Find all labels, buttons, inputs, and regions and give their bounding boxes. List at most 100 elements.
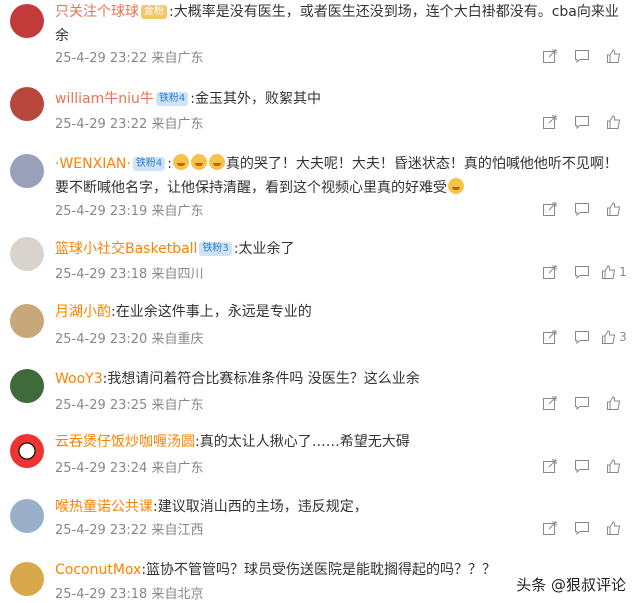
comment-meta: 25-4-29 23:18 来自四川 bbox=[55, 263, 204, 282]
comment-icon bbox=[575, 203, 589, 217]
comment-item: 云吞煲仔饭炒咖喱汤圆:真的太让人揪心了……希望无大碍 25-4-29 23:24… bbox=[0, 430, 640, 485]
share-icon bbox=[543, 202, 557, 216]
share-button[interactable] bbox=[534, 46, 566, 66]
comment-location: 来自北京 bbox=[151, 587, 204, 602]
comment-icon bbox=[575, 116, 589, 130]
username[interactable]: CoconutMox bbox=[55, 562, 141, 578]
reply-button[interactable] bbox=[566, 456, 598, 476]
comment-time: 25-4-29 23:18 bbox=[55, 587, 148, 602]
share-icon bbox=[543, 330, 557, 344]
reply-button[interactable] bbox=[566, 393, 598, 413]
username[interactable]: 喉热童诺公共课 bbox=[55, 499, 153, 515]
username[interactable]: 只关注个球球 bbox=[55, 4, 139, 20]
username[interactable]: WooY3 bbox=[55, 371, 103, 387]
share-button[interactable] bbox=[534, 262, 566, 282]
like-button[interactable] bbox=[598, 112, 630, 132]
avatar[interactable] bbox=[10, 434, 44, 468]
thumbs-up-icon bbox=[607, 202, 621, 216]
share-button[interactable] bbox=[534, 518, 566, 538]
comment-meta: 25-4-29 23:18 来自北京 bbox=[55, 583, 204, 602]
thumbs-up-icon bbox=[602, 265, 616, 279]
like-button[interactable]: 3 bbox=[598, 327, 630, 347]
comment-text: :大概率是没有医生，或者医生还没到场，连个大白褂都没有。cba向来业余 bbox=[55, 4, 619, 44]
reply-button[interactable] bbox=[566, 262, 598, 282]
like-button[interactable]: 1 bbox=[598, 262, 630, 282]
username[interactable]: 云吞煲仔饭炒咖喱汤圆 bbox=[55, 434, 195, 450]
comment-location: 来自重庆 bbox=[151, 332, 204, 347]
comment-meta: 25-4-29 23:24 来自广东 bbox=[55, 457, 204, 476]
comment-item: 篮球小社交Basketball 铁粉3:太业余了 25-4-29 23:18 来自… bbox=[0, 235, 640, 290]
comment-meta: 25-4-29 23:20 来自重庆 bbox=[55, 328, 204, 347]
comment-icon bbox=[575, 397, 589, 411]
comment-meta: 25-4-29 23:22 来自广东 bbox=[55, 113, 204, 132]
avatar[interactable] bbox=[10, 499, 44, 533]
comment-icon bbox=[575, 266, 589, 280]
like-button[interactable] bbox=[598, 46, 630, 66]
avatar[interactable] bbox=[10, 154, 44, 188]
username[interactable]: 篮球小社交Basketball bbox=[55, 241, 197, 257]
comment-icon bbox=[575, 331, 589, 345]
comment-item: william牛niu牛 铁粉4:金玉其外，败絮其中 25-4-29 23:22 … bbox=[0, 85, 640, 140]
fan-badge: 铁粉4 bbox=[132, 157, 166, 171]
fan-badge: 铁粉3 bbox=[199, 242, 232, 256]
share-button[interactable] bbox=[534, 456, 566, 476]
crying-emoji-icon bbox=[172, 154, 189, 170]
comment-item: WooY3:我想请问着符合比赛标准条件吗 没医生？这么业余 25-4-29 23… bbox=[0, 367, 640, 422]
avatar[interactable] bbox=[10, 369, 44, 403]
comment-time: 25-4-29 23:20 bbox=[55, 332, 148, 347]
like-count: 1 bbox=[619, 265, 627, 279]
comment-item: 只关注个球球 金粉:大概率是没有医生，或者医生还没到场，连个大白褂都没有。cba向… bbox=[0, 0, 640, 70]
like-button[interactable] bbox=[598, 456, 630, 476]
like-button[interactable] bbox=[598, 393, 630, 413]
username[interactable]: william牛niu牛 bbox=[55, 91, 154, 107]
share-icon bbox=[543, 49, 557, 63]
thumbs-up-icon bbox=[602, 330, 616, 344]
share-button[interactable] bbox=[534, 199, 566, 219]
avatar[interactable] bbox=[10, 304, 44, 338]
share-icon bbox=[543, 115, 557, 129]
comment-location: 来自广东 bbox=[151, 51, 204, 66]
avatar[interactable] bbox=[10, 562, 44, 596]
comment-text: :金玉其外，败絮其中 bbox=[190, 91, 321, 107]
comment-time: 25-4-29 23:18 bbox=[55, 267, 148, 282]
comment-item: 月湖小酌:在业余这件事上，永远是专业的 25-4-29 23:20 来自重庆 3 bbox=[0, 300, 640, 355]
comment-time: 25-4-29 23:19 bbox=[55, 204, 148, 219]
crying-emoji-icon bbox=[190, 154, 207, 170]
comment-meta: 25-4-29 23:19 来自广东 bbox=[55, 200, 204, 219]
comment-text: :篮协不管管吗？球员受伤送医院是能耽搁得起的吗？？？ bbox=[141, 562, 497, 578]
like-count: 3 bbox=[619, 330, 627, 344]
comment-icon bbox=[575, 522, 589, 536]
avatar[interactable] bbox=[10, 237, 44, 271]
comment-meta: 25-4-29 23:22 来自江西 bbox=[55, 519, 204, 538]
thumbs-up-icon bbox=[607, 396, 621, 410]
username[interactable]: ·WENXIAN· bbox=[55, 156, 131, 172]
comment-icon bbox=[575, 460, 589, 474]
share-button[interactable] bbox=[534, 327, 566, 347]
share-button[interactable] bbox=[534, 112, 566, 132]
comment-location: 来自广东 bbox=[151, 204, 204, 219]
reply-button[interactable] bbox=[566, 327, 598, 347]
share-icon bbox=[543, 265, 557, 279]
comment-meta: 25-4-29 23:22 来自广东 bbox=[55, 47, 204, 66]
watermark: 头条 @狠叔评论 bbox=[516, 576, 626, 594]
thumbs-up-icon bbox=[607, 49, 621, 63]
comment-text: :真的太让人揪心了……希望无大碍 bbox=[195, 434, 410, 450]
avatar[interactable] bbox=[10, 4, 44, 38]
comment-icon bbox=[575, 50, 589, 64]
thumbs-up-icon bbox=[607, 115, 621, 129]
share-button[interactable] bbox=[534, 393, 566, 413]
like-button[interactable] bbox=[598, 518, 630, 538]
comment-text: :我想请问着符合比赛标准条件吗 没医生？这么业余 bbox=[102, 371, 420, 387]
reply-button[interactable] bbox=[566, 518, 598, 538]
reply-button[interactable] bbox=[566, 112, 598, 132]
reply-button[interactable] bbox=[566, 46, 598, 66]
like-button[interactable] bbox=[598, 199, 630, 219]
avatar[interactable] bbox=[10, 87, 44, 121]
username[interactable]: 月湖小酌 bbox=[55, 304, 111, 320]
comment-time: 25-4-29 23:24 bbox=[55, 461, 148, 476]
comment-time: 25-4-29 23:22 bbox=[55, 117, 148, 132]
comment-item: ·WENXIAN· 铁粉4: 真的哭了！大夫呢！大夫！昏迷状态！真的怕喊他他听不见啊… bbox=[0, 150, 640, 220]
comment-location: 来自广东 bbox=[151, 117, 204, 132]
thumbs-up-icon bbox=[607, 459, 621, 473]
reply-button[interactable] bbox=[566, 199, 598, 219]
